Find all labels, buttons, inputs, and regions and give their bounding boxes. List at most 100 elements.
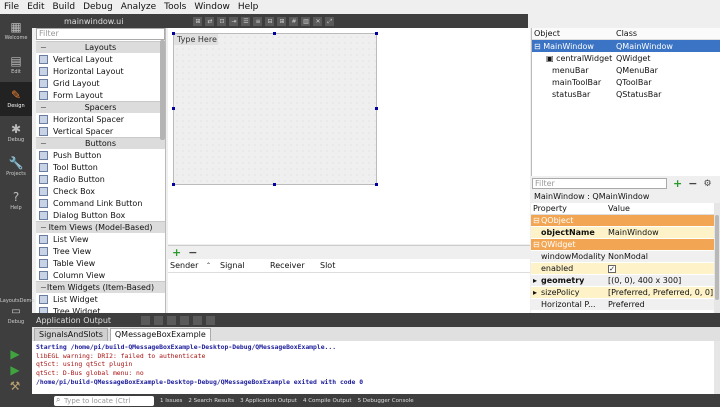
- tab-qmessagebox-example[interactable]: QMessageBoxExample: [109, 328, 211, 341]
- edit-widgets-icon[interactable]: ⊞: [193, 16, 203, 26]
- collapse-icon[interactable]: ⊟: [533, 240, 540, 249]
- edit-signals-icon[interactable]: ⇄: [205, 16, 215, 26]
- object-row[interactable]: ▣ centralWidget QWidget: [532, 52, 720, 64]
- property-scrollbar[interactable]: [714, 203, 720, 313]
- remove-property-icon[interactable]: −: [688, 177, 697, 190]
- resize-handle-tl[interactable]: [172, 32, 175, 35]
- object-row[interactable]: mainToolBar QToolBar: [532, 76, 720, 88]
- signal-slot-list[interactable]: [168, 273, 530, 313]
- output-zoom-out-icon[interactable]: [206, 315, 216, 325]
- output-pane-title[interactable]: Application Output: [36, 316, 111, 325]
- property-row[interactable]: ⊟ QObject: [531, 215, 714, 227]
- col-class[interactable]: Class: [616, 29, 716, 38]
- edit-tab-order-icon[interactable]: ⇥: [229, 16, 239, 26]
- kit-selector[interactable]: LayoutsDemo ▭ Debug: [0, 298, 34, 338]
- property-value[interactable]: MainWindow: [607, 228, 714, 237]
- resize-handle-l[interactable]: [172, 107, 175, 110]
- property-row[interactable]: Horizontal P... Preferred: [531, 299, 714, 311]
- widget-item[interactable]: Radio Button: [36, 173, 165, 185]
- object-row[interactable]: statusBar QStatusBar: [532, 88, 720, 100]
- output-pane-button[interactable]: 5 Debugger Console: [358, 398, 414, 404]
- remove-connection-icon[interactable]: −: [188, 246, 197, 259]
- property-value[interactable]: [(0, 0), 400 x 300]: [607, 276, 714, 285]
- output-scrollbar[interactable]: [714, 341, 720, 394]
- main-window-form[interactable]: [173, 33, 377, 185]
- widget-item[interactable]: Check Box: [36, 185, 165, 197]
- debug-run-icon[interactable]: ▶: [8, 363, 22, 377]
- widget-item[interactable]: Vertical Spacer: [36, 125, 165, 137]
- output-zoom-in-icon[interactable]: [193, 315, 203, 325]
- property-value[interactable]: NonModal: [607, 252, 714, 261]
- property-filter-input[interactable]: Filter: [532, 178, 667, 189]
- col-receiver[interactable]: Receiver: [270, 261, 320, 270]
- col-value[interactable]: Value: [607, 204, 714, 213]
- output-clear-icon[interactable]: [180, 315, 190, 325]
- menu-file[interactable]: File: [4, 2, 19, 12]
- resize-handle-b[interactable]: [273, 183, 276, 186]
- output-pane-button[interactable]: 2 Search Results: [188, 398, 234, 404]
- widget-category[interactable]: Item Views (Model-Based): [36, 221, 165, 233]
- output-stop-icon[interactable]: [154, 315, 164, 325]
- expand-icon[interactable]: ▸: [533, 276, 537, 285]
- enabled-checkbox[interactable]: ✓: [608, 265, 616, 273]
- layout-vertical-icon[interactable]: ≡: [253, 16, 263, 26]
- widget-item[interactable]: Vertical Layout: [36, 53, 165, 65]
- run-icon[interactable]: ▶: [8, 347, 22, 361]
- menu-build[interactable]: Build: [53, 2, 76, 12]
- resize-handle-r[interactable]: [375, 107, 378, 110]
- collapse-icon[interactable]: ⊟: [534, 42, 543, 51]
- adjust-size-icon[interactable]: ⤢: [325, 16, 335, 26]
- mode-projects[interactable]: 🔧 Projects: [0, 150, 32, 184]
- widget-category[interactable]: Buttons: [36, 137, 165, 149]
- object-row[interactable]: ⊟ MainWindow QMainWindow: [532, 40, 720, 52]
- menu-help[interactable]: Help: [238, 2, 259, 12]
- property-row[interactable]: ▸ sizePolicy [Preferred, Preferred, 0, 0]: [531, 287, 714, 299]
- widget-item[interactable]: Command Link Button: [36, 197, 165, 209]
- widget-category[interactable]: Layouts: [36, 41, 165, 53]
- mode-debug[interactable]: ✱ Debug: [0, 116, 32, 150]
- resize-handle-br[interactable]: [375, 183, 378, 186]
- edit-buddies-icon[interactable]: ⊡: [217, 16, 227, 26]
- layout-horizontal-icon[interactable]: ☰: [241, 16, 251, 26]
- widget-item[interactable]: Horizontal Spacer: [36, 113, 165, 125]
- output-attach-icon[interactable]: [167, 315, 177, 325]
- add-connection-icon[interactable]: +: [172, 246, 181, 259]
- widget-item[interactable]: Tree View: [36, 245, 165, 257]
- mode-help[interactable]: ? Help: [0, 184, 32, 218]
- expand-icon[interactable]: ▸: [533, 288, 537, 297]
- resize-handle-tr[interactable]: [375, 32, 378, 35]
- property-row[interactable]: ⊟ QWidget: [531, 239, 714, 251]
- collapse-icon[interactable]: ⊟: [533, 216, 540, 225]
- menu-analyze[interactable]: Analyze: [121, 2, 156, 12]
- menu-debug[interactable]: Debug: [83, 2, 113, 12]
- mode-design[interactable]: ✎ Design: [0, 82, 32, 116]
- col-slot[interactable]: Slot: [320, 261, 370, 270]
- widget-item[interactable]: Horizontal Layout: [36, 65, 165, 77]
- break-layout-icon[interactable]: ✕: [313, 16, 323, 26]
- layout-split-v-icon[interactable]: ⊞: [277, 16, 287, 26]
- object-row[interactable]: menuBar QMenuBar: [532, 64, 720, 76]
- layout-split-h-icon[interactable]: ⊟: [265, 16, 275, 26]
- col-sender[interactable]: Sender: [170, 261, 206, 270]
- property-row[interactable]: objectName MainWindow: [531, 227, 714, 239]
- col-property[interactable]: Property: [531, 204, 607, 213]
- property-value[interactable]: Preferred: [607, 300, 714, 309]
- widget-item[interactable]: Push Button: [36, 149, 165, 161]
- property-row[interactable]: enabled ✓: [531, 263, 714, 275]
- menu-tools[interactable]: Tools: [164, 2, 186, 12]
- property-value[interactable]: [Preferred, Preferred, 0, 0]: [607, 288, 714, 297]
- output-pane-button[interactable]: 4 Compile Output: [303, 398, 352, 404]
- mode-edit[interactable]: ▤ Edit: [0, 48, 32, 82]
- output-run-icon[interactable]: [141, 315, 151, 325]
- application-output[interactable]: Starting /home/pi/build-QMessageBoxExamp…: [32, 341, 714, 394]
- layout-grid-icon[interactable]: #: [289, 16, 299, 26]
- menu-edit[interactable]: Edit: [27, 2, 44, 12]
- widget-category[interactable]: Item Widgets (Item-Based): [36, 281, 165, 293]
- property-row[interactable]: windowModality NonModal: [531, 251, 714, 263]
- resize-handle-bl[interactable]: [172, 183, 175, 186]
- menu-window[interactable]: Window: [194, 2, 230, 12]
- widget-item[interactable]: Column View: [36, 269, 165, 281]
- col-object[interactable]: Object: [532, 29, 616, 38]
- document-title[interactable]: mainwindow.ui: [64, 17, 123, 26]
- property-value[interactable]: ✓: [607, 264, 714, 273]
